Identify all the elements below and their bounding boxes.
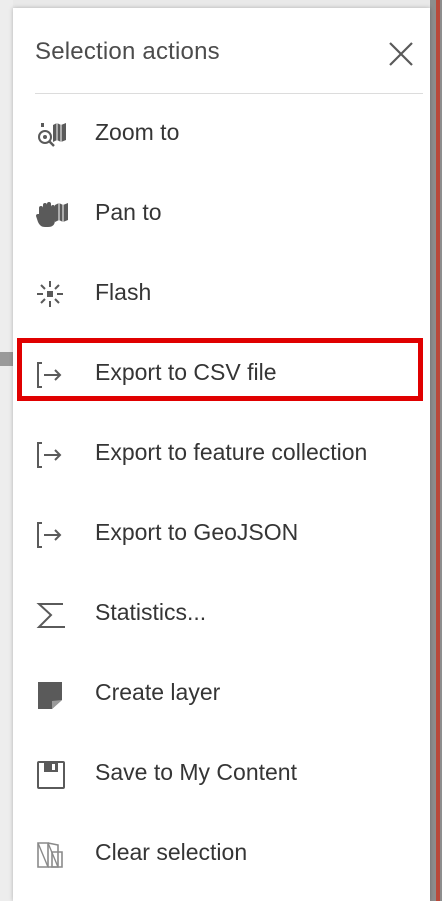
panel-header: Selection actions <box>13 8 430 94</box>
save-icon <box>35 760 69 790</box>
action-save-to-my-content[interactable]: Save to My Content <box>13 733 430 813</box>
panel-title: Selection actions <box>35 38 220 65</box>
export-icon <box>35 520 69 550</box>
action-label: Zoom to <box>95 119 180 145</box>
pan-to-icon <box>35 200 69 230</box>
flash-icon <box>35 280 69 310</box>
close-button[interactable] <box>385 38 417 70</box>
export-icon <box>35 360 69 390</box>
page: Selection actions Zoom to Pan to Flash E… <box>0 0 442 901</box>
action-label: Pan to <box>95 199 162 225</box>
action-create-layer[interactable]: Create layer <box>13 653 430 733</box>
action-label: Clear selection <box>95 839 248 865</box>
action-label: Save to My Content <box>95 759 297 785</box>
create-layer-icon <box>35 680 69 710</box>
action-label: Create layer <box>95 679 221 705</box>
action-clear-selection[interactable]: Clear selection <box>13 813 430 893</box>
close-icon <box>389 42 413 66</box>
background-edge-marker <box>0 352 13 366</box>
sigma-icon <box>35 600 69 630</box>
actions-list: Zoom to Pan to Flash Export to CSV file … <box>13 93 430 893</box>
action-flash[interactable]: Flash <box>13 253 430 333</box>
action-export-csv[interactable]: Export to CSV file <box>13 333 430 413</box>
action-label: Export to CSV file <box>95 359 277 385</box>
action-label: Export to GeoJSON <box>95 519 299 545</box>
action-label: Export to feature collection <box>95 439 368 465</box>
action-statistics[interactable]: Statistics... <box>13 573 430 653</box>
action-label: Statistics... <box>95 599 207 625</box>
background-right-accent <box>436 0 440 901</box>
action-pan-to[interactable]: Pan to <box>13 173 430 253</box>
action-zoom-to[interactable]: Zoom to <box>13 93 430 173</box>
action-export-feature-collection[interactable]: Export to feature collection <box>13 413 430 493</box>
clear-selection-icon <box>35 840 69 870</box>
action-label: Flash <box>95 279 152 305</box>
action-export-geojson[interactable]: Export to GeoJSON <box>13 493 430 573</box>
export-icon <box>35 440 69 470</box>
zoom-to-icon <box>35 120 69 150</box>
background-left-edge <box>0 0 13 901</box>
selection-actions-panel: Selection actions Zoom to Pan to Flash E… <box>13 8 430 901</box>
